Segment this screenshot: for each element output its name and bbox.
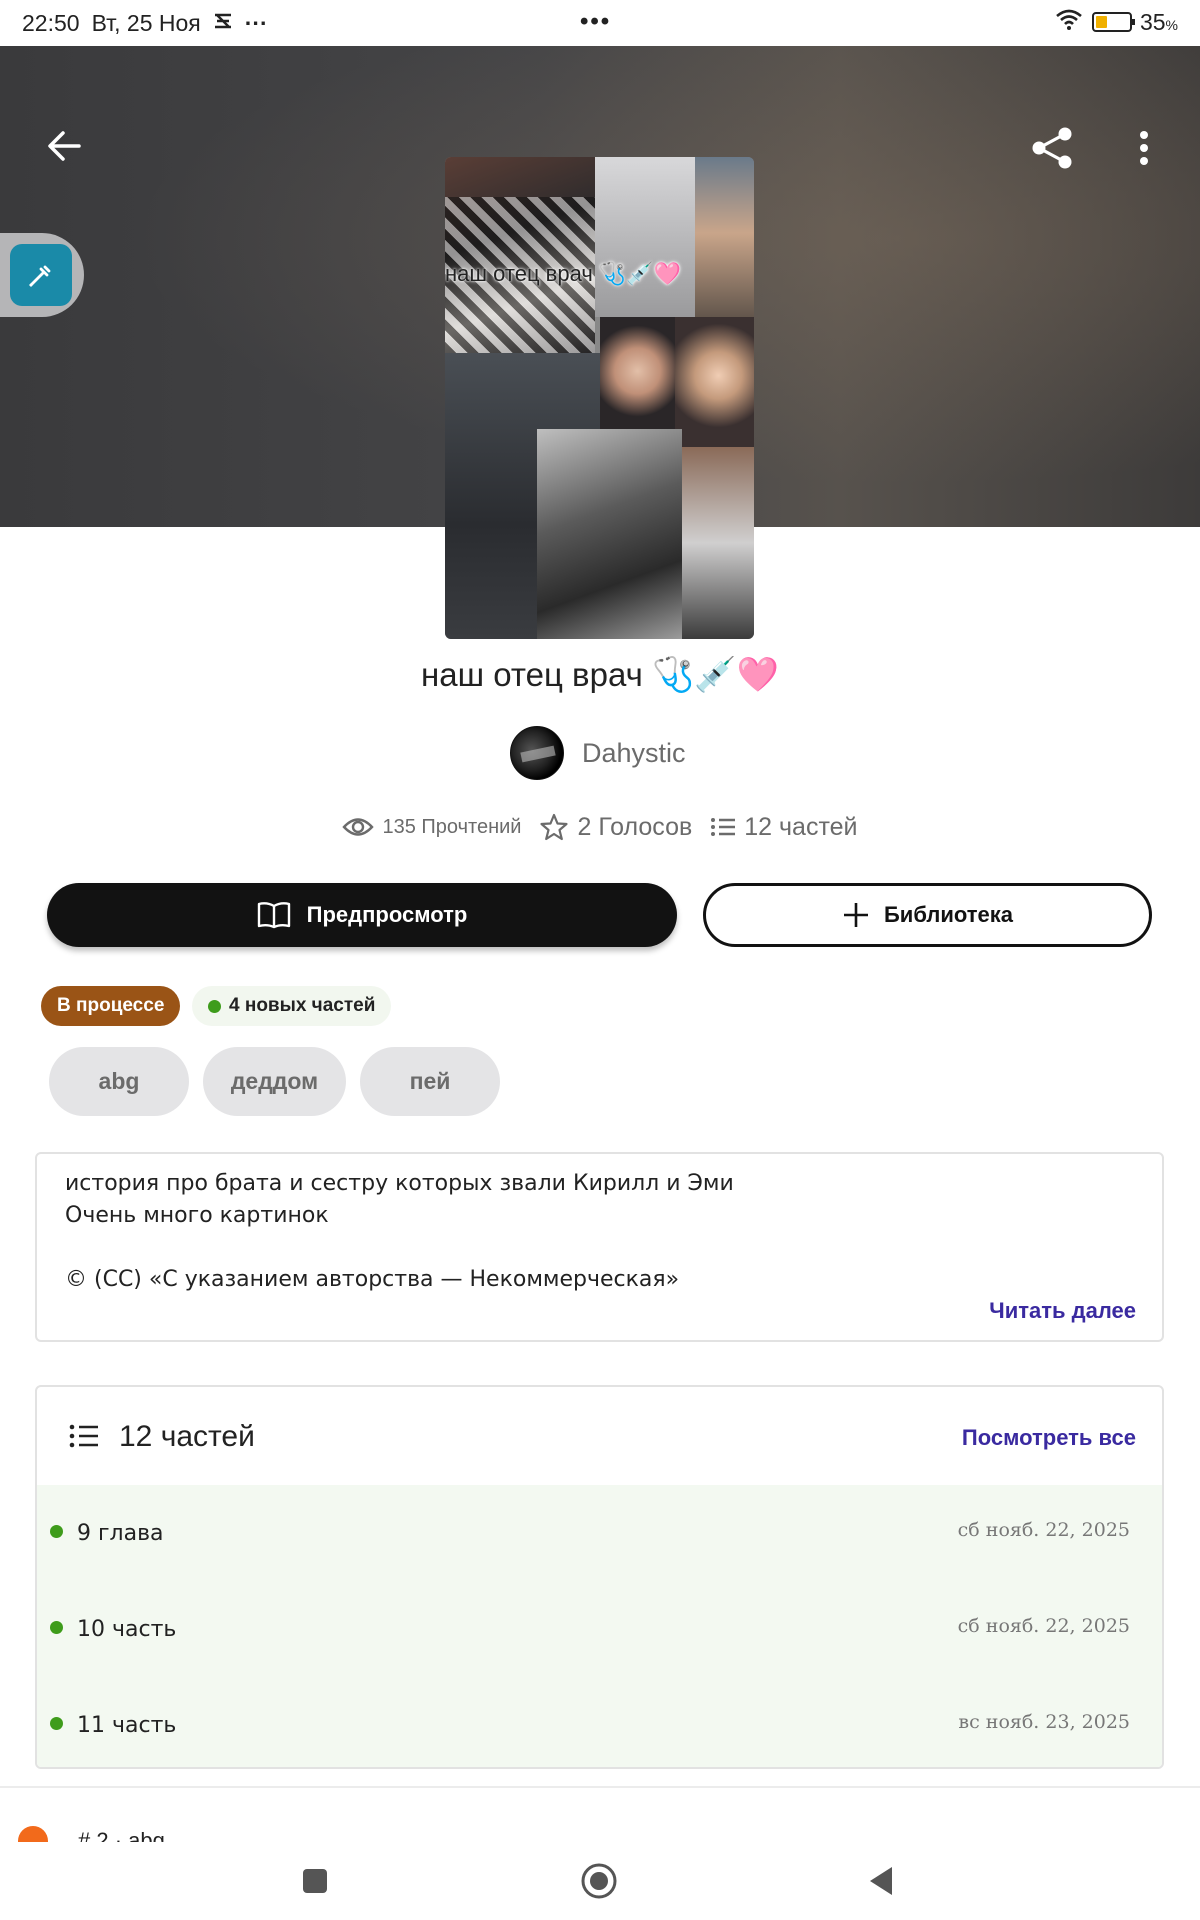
notification-icon: [213, 10, 233, 37]
status-time: 22:50: [22, 9, 80, 36]
part-item[interactable]: 10 часть сб нояб. 22, 2025: [37, 1581, 1162, 1677]
edit-floating-button[interactable]: [0, 233, 84, 317]
parts-title: 12 частей: [119, 1420, 255, 1453]
part-date: вс нояб. 23, 2025: [958, 1711, 1130, 1733]
square-icon: [303, 1869, 327, 1893]
tags-row: abg деддом пей: [49, 1047, 500, 1116]
description-line: [65, 1232, 734, 1264]
library-button-label: Библиотека: [883, 902, 1014, 927]
recents-button[interactable]: [292, 1858, 338, 1904]
description-line: © (CC) «С указанием авторства — Некоммер…: [65, 1267, 680, 1292]
parts-stat: 12 частей: [710, 812, 858, 842]
ranking-icon: [18, 1826, 48, 1842]
description-card: история про брата и сестру которых звали…: [35, 1152, 1164, 1342]
tag-chip[interactable]: abg: [49, 1047, 189, 1116]
status-more-icon: ···: [244, 9, 268, 36]
part-name: 10 часть: [77, 1617, 177, 1642]
reads-stat: 135 Прочтений: [342, 816, 521, 839]
preview-button[interactable]: Предпросмотр: [47, 883, 677, 947]
reads-count: 135 Прочтений: [382, 815, 522, 838]
plus-icon: [843, 903, 868, 927]
part-name: 11 часть: [77, 1713, 177, 1738]
wifi-icon: [1054, 8, 1084, 36]
book-title-text: наш отец врач: [421, 656, 643, 693]
share-icon: [1032, 127, 1072, 169]
description-text: история про брата и сестру которых звали…: [65, 1168, 734, 1296]
parts-header: 12 частей Посмотреть все: [37, 1387, 1162, 1485]
eye-icon: [342, 818, 375, 836]
status-date: Вт, 25 Ноя: [91, 9, 201, 36]
parts-count: 12 частей: [744, 812, 858, 841]
author-name[interactable]: Dahystic: [582, 738, 686, 769]
back-button[interactable]: [40, 122, 88, 170]
new-dot-icon: [50, 1525, 63, 1538]
parts-card: 12 частей Посмотреть все 9 глава сб нояб…: [35, 1385, 1164, 1769]
author-link[interactable]: Dahystic: [510, 726, 686, 780]
new-parts-badge: 4 новых частей: [192, 986, 392, 1026]
new-dot-icon: [50, 1621, 63, 1634]
arrow-left-icon: [48, 131, 81, 161]
new-parts-label: 4 новых частей: [229, 995, 376, 1016]
list-icon: [711, 818, 736, 836]
part-date: сб нояб. 22, 2025: [957, 1615, 1130, 1637]
share-button[interactable]: [1026, 122, 1078, 174]
book-title-emoji: 🩺💉🩷: [651, 655, 779, 695]
navigation-bar: [0, 1842, 1200, 1920]
part-item[interactable]: 9 глава сб нояб. 22, 2025: [37, 1485, 1162, 1581]
view-all-link[interactable]: Посмотреть все: [962, 1425, 1136, 1451]
more-vertical-icon: [1140, 131, 1148, 165]
part-name: 9 глава: [77, 1521, 164, 1546]
preview-button-label: Предпросмотр: [306, 902, 468, 927]
add-to-library-button[interactable]: Библиотека: [703, 883, 1152, 947]
triangle-back-icon: [870, 1867, 892, 1895]
avatar[interactable]: [510, 726, 564, 780]
book-title: наш отец врач 🩺💉🩷: [0, 655, 1200, 695]
tag-chip[interactable]: деддом: [203, 1047, 346, 1116]
bottom-peek-section: # 2 · abg: [0, 1786, 1200, 1842]
description-line: история про брата и сестру которых звали…: [65, 1171, 734, 1196]
list-icon: [69, 1424, 98, 1448]
votes-stat: 2 Голосов: [539, 812, 692, 842]
votes-count: 2 Голосов: [577, 812, 693, 841]
parts-list: 9 глава сб нояб. 22, 2025 10 часть сб но…: [37, 1485, 1162, 1767]
back-nav-button[interactable]: [858, 1858, 904, 1904]
description-line: Очень много картинок: [65, 1203, 329, 1228]
battery-percent: 35%: [1139, 8, 1178, 35]
battery-icon: [1091, 12, 1135, 32]
stats-row: 135 Прочтений 2 Голосов 12 частей: [0, 812, 1200, 842]
status-bar: 22:50 Вт, 25 Ноя ··· ••• 35%: [0, 0, 1200, 46]
tag-chip[interactable]: пей: [360, 1047, 500, 1116]
eyedropper-icon: [29, 265, 51, 287]
part-item[interactable]: 11 часть вс нояб. 23, 2025: [37, 1677, 1162, 1767]
new-dot-icon: [208, 999, 221, 1013]
home-circle-icon: [581, 1863, 617, 1899]
cover-overlay-title: наш отец врач 🩺💉🩷: [445, 261, 682, 286]
peek-text: # 2 · abg: [78, 1828, 165, 1842]
new-dot-icon: [50, 1717, 63, 1730]
more-button[interactable]: [1122, 122, 1166, 174]
book-open-icon: [257, 902, 290, 929]
part-date: сб нояб. 22, 2025: [957, 1519, 1130, 1541]
home-button[interactable]: [576, 1858, 622, 1904]
status-center-dots: •••: [580, 8, 612, 35]
book-cover[interactable]: наш отец врач 🩺💉🩷: [445, 157, 754, 639]
star-icon: [540, 813, 569, 841]
read-more-link[interactable]: Читать далее: [989, 1298, 1136, 1324]
status-badge: В процессе: [41, 986, 181, 1026]
